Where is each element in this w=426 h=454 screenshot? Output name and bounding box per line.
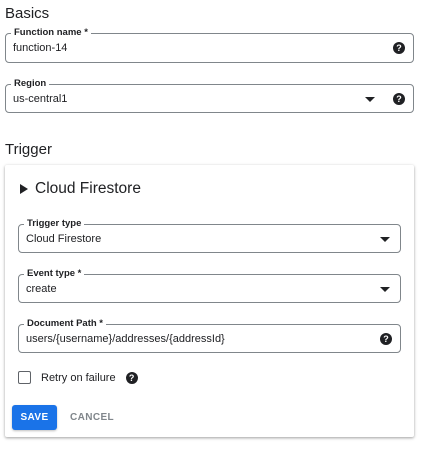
- cancel-button[interactable]: CANCEL: [65, 405, 119, 430]
- card-header-title: Cloud Firestore: [35, 180, 141, 197]
- event-type-value[interactable]: create: [26, 275, 57, 302]
- basics-title: Basics: [5, 5, 50, 22]
- trigger-type-value[interactable]: Cloud Firestore: [26, 225, 101, 252]
- dropdown-arrow-icon[interactable]: [380, 236, 390, 242]
- document-path-field[interactable]: Document Path * users/{username}/address…: [18, 318, 401, 353]
- save-button[interactable]: SAVE: [12, 405, 57, 430]
- region-select[interactable]: Region us-central1 ?: [5, 78, 414, 113]
- region-value[interactable]: us-central1: [13, 85, 67, 112]
- trigger-title: Trigger: [5, 141, 52, 158]
- function-name-input[interactable]: function-14: [13, 34, 67, 62]
- event-type-select[interactable]: Event type * create: [18, 268, 401, 303]
- retry-checkbox[interactable]: [18, 371, 31, 384]
- trigger-card: Cloud Firestore Trigger type Cloud Fires…: [5, 165, 414, 437]
- help-icon[interactable]: ?: [380, 332, 392, 345]
- dropdown-arrow-icon[interactable]: [365, 96, 375, 102]
- card-header[interactable]: Cloud Firestore: [20, 180, 141, 198]
- help-icon[interactable]: ?: [125, 371, 138, 384]
- retry-row: Retry on failure ?: [18, 371, 138, 384]
- retry-label[interactable]: Retry on failure: [41, 372, 116, 384]
- trigger-type-select[interactable]: Trigger type Cloud Firestore: [18, 218, 401, 253]
- expand-triangle-icon[interactable]: [20, 184, 28, 194]
- help-icon[interactable]: ?: [393, 92, 405, 105]
- dropdown-arrow-icon[interactable]: [380, 286, 390, 292]
- function-name-field[interactable]: Function name * function-14 ?: [5, 27, 414, 63]
- document-path-input[interactable]: users/{username}/addresses/{addressId}: [26, 325, 225, 352]
- help-icon[interactable]: ?: [393, 42, 405, 54]
